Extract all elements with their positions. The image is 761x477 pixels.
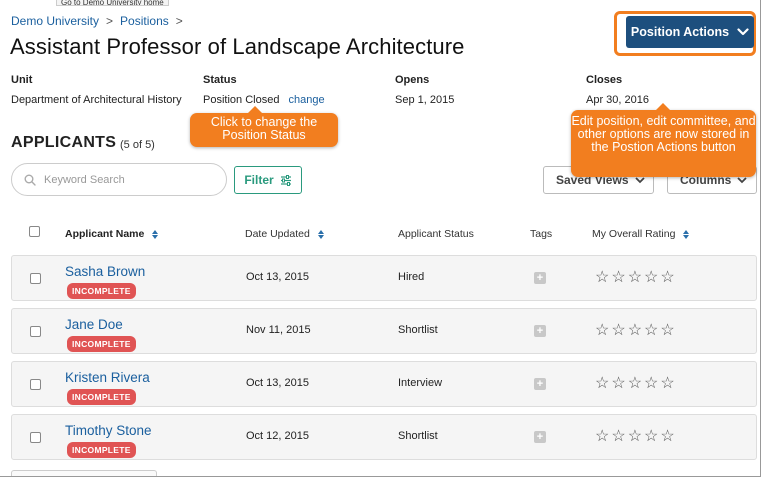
breadcrumb-positions-link[interactable]: Positions bbox=[120, 14, 169, 28]
horizontal-scrollbar[interactable] bbox=[11, 470, 157, 477]
filter-button[interactable]: Filter bbox=[234, 166, 302, 194]
date-updated: Oct 13, 2015 bbox=[246, 271, 309, 283]
add-tag-icon[interactable]: + bbox=[534, 325, 546, 337]
closes-label: Closes bbox=[586, 74, 623, 86]
row-checkbox[interactable] bbox=[30, 432, 41, 443]
breadcrumb: Demo University > Positions > bbox=[11, 14, 190, 28]
incomplete-badge: INCOMPLETE bbox=[67, 283, 136, 299]
applicant-status: Shortlist bbox=[398, 324, 438, 336]
search-icon bbox=[24, 174, 36, 186]
search-input[interactable] bbox=[44, 173, 204, 186]
status-callout: Click to change the Position Status bbox=[190, 106, 338, 147]
unit-value: Department of Architectural History bbox=[11, 94, 182, 106]
column-header-tags-label: Tags bbox=[530, 228, 553, 240]
applicant-status: Hired bbox=[398, 271, 425, 283]
sort-icon bbox=[317, 229, 324, 239]
applicant-status: Shortlist bbox=[398, 430, 438, 442]
column-header-rating-label: My Overall Rating bbox=[592, 228, 676, 240]
column-header-tags: Tags bbox=[530, 228, 552, 240]
sort-icon bbox=[683, 229, 690, 239]
opens-value: Sep 1, 2015 bbox=[395, 94, 455, 106]
column-header-name-label: Applicant Name bbox=[65, 228, 145, 240]
position-actions-button[interactable]: Position Actions bbox=[626, 16, 754, 48]
sort-icon bbox=[152, 229, 159, 239]
rating-stars[interactable]: ☆☆☆☆☆ bbox=[595, 373, 677, 393]
row-checkbox[interactable] bbox=[30, 273, 41, 284]
date-updated: Nov 11, 2015 bbox=[246, 324, 311, 336]
status-label: Status bbox=[203, 74, 237, 86]
applicant-name-link[interactable]: Timothy Stone bbox=[65, 423, 152, 438]
breadcrumb-home-link[interactable]: Demo University bbox=[11, 14, 99, 28]
chevron-down-icon bbox=[737, 28, 749, 36]
status-value-group: Position Closed change bbox=[203, 94, 325, 106]
position-actions-callout: Edit position, edit committee, and other… bbox=[571, 103, 756, 177]
table-row: Kristen Rivera INCOMPLETE Oct 13, 2015 I… bbox=[11, 361, 757, 407]
row-checkbox[interactable] bbox=[30, 326, 41, 337]
column-header-date-label: Date Updated bbox=[245, 228, 310, 240]
applicant-name-link[interactable]: Jane Doe bbox=[65, 317, 123, 332]
applicant-status: Interview bbox=[398, 377, 443, 389]
page-title: Assistant Professor of Landscape Archite… bbox=[10, 34, 465, 59]
table-row: Timothy Stone INCOMPLETE Oct 12, 2015 Sh… bbox=[11, 414, 757, 460]
column-header-rating[interactable]: My Overall Rating bbox=[592, 228, 690, 240]
select-all-checkbox[interactable] bbox=[29, 226, 40, 237]
change-status-link[interactable]: change bbox=[289, 94, 325, 106]
add-tag-icon[interactable]: + bbox=[534, 431, 546, 443]
column-header-status: Applicant Status bbox=[398, 228, 474, 240]
add-tag-icon[interactable]: + bbox=[534, 378, 546, 390]
applicants-count: (5 of 5) bbox=[120, 139, 155, 151]
chevron-down-icon bbox=[737, 176, 747, 183]
chevron-down-icon bbox=[634, 176, 645, 183]
incomplete-badge: INCOMPLETE bbox=[67, 336, 136, 352]
date-updated: Oct 12, 2015 bbox=[246, 430, 309, 442]
closes-value: Apr 30, 2016 bbox=[586, 94, 649, 106]
rating-stars[interactable]: ☆☆☆☆☆ bbox=[595, 267, 677, 287]
table-row: Jane Doe INCOMPLETE Nov 11, 2015 Shortli… bbox=[11, 308, 757, 354]
incomplete-badge: INCOMPLETE bbox=[67, 442, 136, 458]
incomplete-badge: INCOMPLETE bbox=[67, 389, 136, 405]
table-row: Sasha Brown INCOMPLETE Oct 13, 2015 Hire… bbox=[11, 255, 757, 301]
status-value: Position Closed bbox=[203, 94, 280, 106]
add-tag-icon[interactable]: + bbox=[534, 272, 546, 284]
filter-label: Filter bbox=[244, 173, 274, 187]
position-actions-label: Position Actions bbox=[630, 25, 730, 39]
breadcrumb-separator: > bbox=[175, 14, 183, 28]
date-updated: Oct 13, 2015 bbox=[246, 377, 309, 389]
breadcrumb-separator: > bbox=[106, 14, 114, 28]
rating-stars[interactable]: ☆☆☆☆☆ bbox=[595, 426, 677, 446]
home-tooltip: Go to Demo University home bbox=[56, 0, 169, 6]
applicants-title: APPLICANTS bbox=[11, 134, 117, 151]
sliders-icon bbox=[280, 174, 291, 186]
applicant-name-link[interactable]: Kristen Rivera bbox=[65, 370, 150, 385]
unit-label: Unit bbox=[11, 74, 33, 86]
search-box[interactable] bbox=[11, 163, 227, 196]
rating-stars[interactable]: ☆☆☆☆☆ bbox=[595, 320, 677, 340]
column-header-name[interactable]: Applicant Name bbox=[65, 228, 159, 240]
column-header-date[interactable]: Date Updated bbox=[245, 228, 324, 240]
row-checkbox[interactable] bbox=[30, 379, 41, 390]
opens-label: Opens bbox=[395, 74, 430, 86]
applicant-name-link[interactable]: Sasha Brown bbox=[65, 264, 145, 279]
column-header-status-label: Applicant Status bbox=[398, 228, 474, 240]
